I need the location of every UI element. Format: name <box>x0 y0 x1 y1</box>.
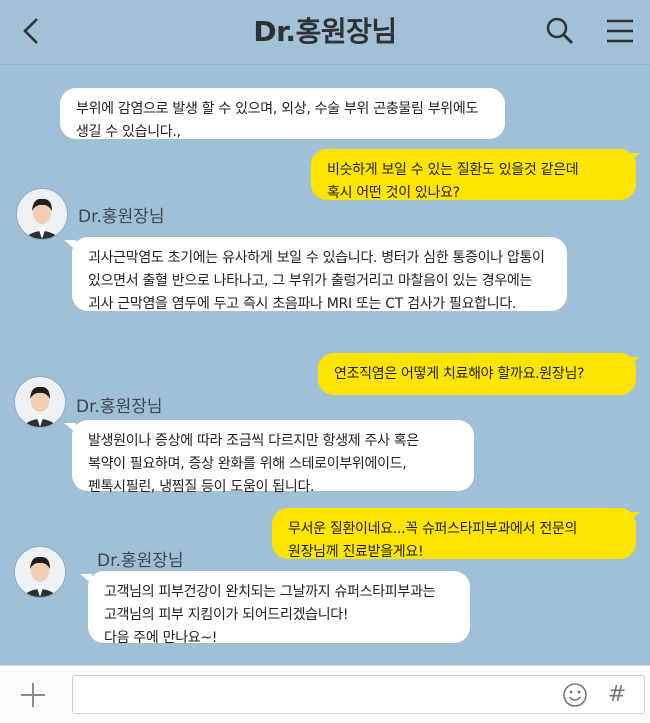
doctor-portrait-icon <box>15 547 65 597</box>
incoming-bubble-tail <box>64 423 76 433</box>
menu-button[interactable] <box>603 14 637 48</box>
outgoing-bubble-tail <box>628 512 640 522</box>
incoming-bubble-tail <box>64 240 76 250</box>
emoji-icon <box>563 683 587 707</box>
outgoing-message: 무서운 질환이네요...꼭 슈퍼스타피부과에서 전문의 원장님께 진료받을게요! <box>272 508 636 560</box>
message-input-bar: # <box>0 665 650 723</box>
emoji-button[interactable] <box>562 682 588 708</box>
search-button[interactable] <box>543 14 577 48</box>
doctor-avatar[interactable] <box>14 376 66 428</box>
sender-name: Dr.홍원장님 <box>78 207 165 227</box>
back-button[interactable] <box>14 14 48 48</box>
incoming-message: 발생원이나 증상에 따라 조금씩 다르지만 항생제 주사 혹은 복약이 필요하며… <box>72 420 474 495</box>
chat-header: Dr.홍원장님 <box>0 0 650 65</box>
search-icon <box>546 17 573 44</box>
doctor-avatar[interactable] <box>14 546 66 598</box>
doctor-portrait-icon <box>15 377 65 427</box>
chevron-left-icon <box>23 18 38 44</box>
hashtag-button[interactable]: # <box>606 680 628 710</box>
sender-name: Dr.홍원장님 <box>76 397 163 417</box>
incoming-message: 괴사근막염도 초기에는 유사하게 보일 수 있습니다. 병터가 심한 통증이나 … <box>72 237 567 312</box>
doctor-portrait-icon <box>17 189 67 239</box>
menu-icon <box>607 19 633 43</box>
outgoing-message: 비슷하게 보일 수 있는 질환도 있을것 같은데 혹시 어떤 것이 있나요? <box>311 149 636 201</box>
incoming-message: 고객님의 피부건강이 완치되는 그날까지 슈퍼스타피부과는 고객님의 피부 지킴… <box>88 571 470 646</box>
outgoing-bubble-tail <box>628 357 640 367</box>
incoming-message: 부위에 감염으로 발생 할 수 있으며, 외상, 수술 부위 곤충물림 부위에도… <box>60 88 505 140</box>
outgoing-bubble-tail <box>628 153 640 163</box>
sender-name: Dr.홍원장님 <box>97 551 184 571</box>
incoming-bubble-tail <box>80 574 92 584</box>
plus-icon <box>21 683 45 707</box>
message-input[interactable]: # <box>72 675 645 714</box>
attach-button[interactable] <box>18 680 48 710</box>
doctor-avatar[interactable] <box>16 188 68 240</box>
outgoing-message: 연조직염은 어떻게 치료해야 할까요.원장님? <box>318 353 636 395</box>
